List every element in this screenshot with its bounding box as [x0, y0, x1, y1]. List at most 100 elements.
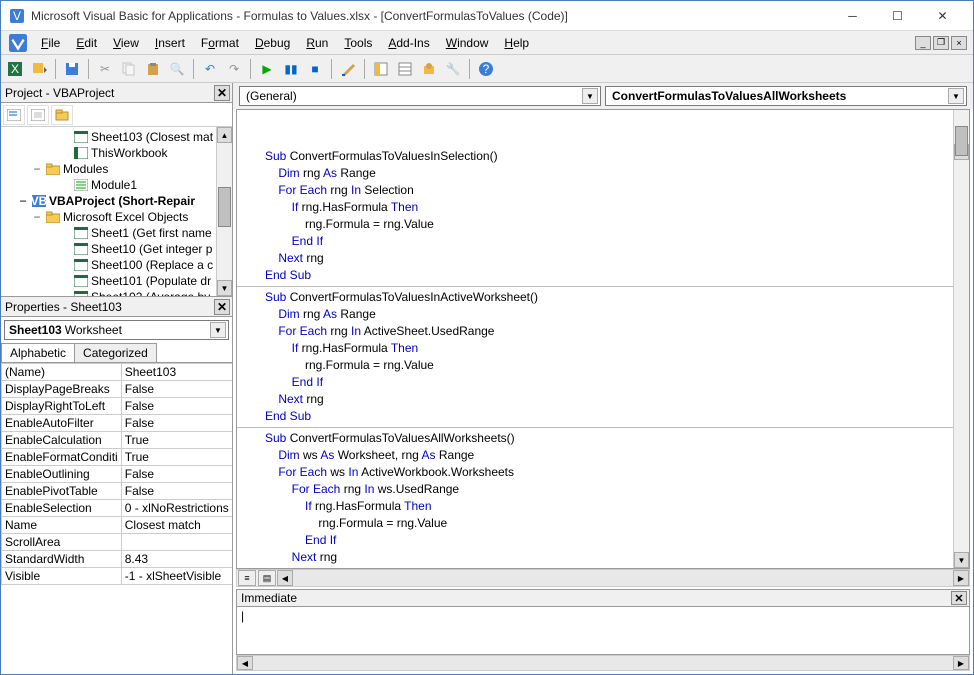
redo-button[interactable]: ↷	[224, 59, 244, 79]
titlebar[interactable]: V Microsoft Visual Basic for Application…	[1, 1, 973, 31]
object-browser-button[interactable]	[419, 59, 439, 79]
code-line[interactable]: End If	[265, 532, 969, 549]
code-line[interactable]: Dim ws As Worksheet, rng As Range	[265, 447, 969, 464]
property-value[interactable]: False	[121, 415, 232, 432]
property-value[interactable]: False	[121, 381, 232, 398]
menu-help[interactable]: Help	[496, 34, 537, 52]
code-line[interactable]: End If	[265, 374, 969, 391]
code-line[interactable]: End If	[265, 233, 969, 250]
property-row[interactable]: EnableSelection0 - xlNoRestrictions	[2, 500, 233, 517]
code-line[interactable]: Dim rng As Range	[265, 306, 969, 323]
design-mode-button[interactable]	[338, 59, 358, 79]
tree-node[interactable]: Sheet100 (Replace a c	[3, 257, 230, 273]
properties-window-button[interactable]	[395, 59, 415, 79]
menu-tools[interactable]: Tools	[336, 34, 380, 52]
properties-panel-close-button[interactable]: ✕	[214, 299, 230, 315]
save-button[interactable]	[62, 59, 82, 79]
tree-node[interactable]: Sheet103 (Closest mat	[3, 129, 230, 145]
menu-window[interactable]: Window	[438, 34, 497, 52]
property-value[interactable]: False	[121, 398, 232, 415]
property-row[interactable]: DisplayPageBreaksFalse	[2, 381, 233, 398]
tree-node[interactable]: ThisWorkbook	[3, 145, 230, 161]
menu-edit[interactable]: Edit	[68, 34, 105, 52]
code-line[interactable]: Sub ConvertFormulasToValuesInSelection()	[265, 148, 969, 165]
property-value[interactable]	[121, 534, 232, 551]
project-tree-scrollbar[interactable]: ▲ ▼	[216, 127, 232, 296]
run-button[interactable]: ▶	[257, 59, 277, 79]
property-row[interactable]: EnableOutliningFalse	[2, 466, 233, 483]
menu-debug[interactable]: Debug	[247, 34, 298, 52]
immediate-panel-close-button[interactable]: ✕	[951, 591, 967, 605]
properties-panel-header[interactable]: Properties - Sheet103 ✕	[1, 297, 232, 317]
menu-file[interactable]: File	[33, 34, 68, 52]
code-line[interactable]: If rng.HasFormula Then	[265, 340, 969, 357]
property-row[interactable]: DisplayRightToLeftFalse	[2, 398, 233, 415]
property-row[interactable]: EnableFormatConditiTrue	[2, 449, 233, 466]
scroll-track-horizontal[interactable]	[253, 656, 953, 670]
menu-view[interactable]: View	[105, 34, 147, 52]
property-row[interactable]: (Name)Sheet103	[2, 364, 233, 381]
paste-button[interactable]	[143, 59, 163, 79]
project-panel-header[interactable]: Project - VBAProject ✕	[1, 83, 232, 103]
code-line[interactable]: For Each rng In Selection	[265, 182, 969, 199]
code-line[interactable]: Next ws	[265, 566, 969, 569]
view-object-button[interactable]	[27, 105, 49, 125]
scroll-down-icon[interactable]: ▼	[954, 552, 969, 568]
scroll-up-icon[interactable]: ▲	[217, 127, 232, 143]
properties-grid[interactable]: (Name)Sheet103DisplayPageBreaksFalseDisp…	[1, 363, 232, 674]
property-value[interactable]: True	[121, 432, 232, 449]
immediate-window[interactable]: |	[236, 607, 970, 655]
tree-node[interactable]: Module1	[3, 177, 230, 193]
property-value[interactable]: -1 - xlSheetVisible	[121, 568, 232, 585]
code-editor[interactable]: Sub ConvertFormulasToValuesInSelection()…	[236, 109, 970, 569]
tree-node[interactable]: Sheet10 (Get integer p	[3, 241, 230, 257]
menu-insert[interactable]: Insert	[147, 34, 193, 52]
find-button[interactable]: 🔍	[167, 59, 187, 79]
property-value[interactable]: False	[121, 483, 232, 500]
full-module-view-button[interactable]: ▤	[258, 570, 276, 586]
tree-node[interactable]: Sheet1 (Get first name	[3, 225, 230, 241]
code-line[interactable]: End Sub	[265, 267, 969, 284]
project-panel-close-button[interactable]: ✕	[214, 85, 230, 101]
property-row[interactable]: EnableAutoFilterFalse	[2, 415, 233, 432]
immediate-panel-header[interactable]: Immediate ✕	[236, 589, 970, 607]
code-line[interactable]: For Each rng In ActiveSheet.UsedRange	[265, 323, 969, 340]
property-value[interactable]: Sheet103	[121, 364, 232, 381]
tree-node[interactable]: −VBVBAProject (Short-Repair	[3, 193, 230, 209]
toolbox-button[interactable]: 🔧	[443, 59, 463, 79]
code-line[interactable]: rng.Formula = rng.Value	[265, 216, 969, 233]
scroll-track-horizontal[interactable]	[293, 570, 953, 586]
tab-categorized[interactable]: Categorized	[74, 343, 157, 362]
property-value[interactable]: 0 - xlNoRestrictions	[121, 500, 232, 517]
code-line[interactable]: rng.Formula = rng.Value	[265, 515, 969, 532]
properties-object-combo[interactable]: Sheet103 Worksheet ▼	[4, 320, 229, 340]
code-line[interactable]: Next rng	[265, 549, 969, 566]
scroll-left-icon[interactable]: ◀	[237, 656, 253, 670]
expand-icon[interactable]: −	[31, 210, 43, 224]
property-row[interactable]: EnableCalculationTrue	[2, 432, 233, 449]
procedure-view-button[interactable]: ≡	[238, 570, 256, 586]
project-explorer-button[interactable]	[371, 59, 391, 79]
view-excel-button[interactable]: X	[5, 59, 25, 79]
object-combo[interactable]: (General) ▼	[239, 86, 601, 106]
view-code-button[interactable]	[3, 105, 25, 125]
scroll-right-icon[interactable]: ▶	[953, 656, 969, 670]
chevron-down-icon[interactable]: ▼	[210, 322, 226, 338]
scroll-thumb[interactable]	[218, 187, 231, 227]
expand-icon[interactable]: −	[31, 162, 43, 176]
close-button[interactable]: ✕	[920, 2, 965, 30]
mdi-close-button[interactable]: ×	[951, 36, 967, 50]
project-tree[interactable]: Sheet103 (Closest matThisWorkbook−Module…	[1, 127, 232, 297]
code-line[interactable]: Dim rng As Range	[265, 165, 969, 182]
code-line[interactable]: End Sub	[265, 408, 969, 425]
code-line[interactable]: rng.Formula = rng.Value	[265, 357, 969, 374]
tree-node[interactable]: Sheet102 (Average by	[3, 289, 230, 297]
copy-button[interactable]	[119, 59, 139, 79]
tree-node[interactable]: −Microsoft Excel Objects	[3, 209, 230, 225]
code-line[interactable]: Next rng	[265, 391, 969, 408]
mdi-restore-button[interactable]: ❐	[933, 36, 949, 50]
scroll-right-icon[interactable]: ▶	[953, 570, 969, 586]
menu-add-ins[interactable]: Add-Ins	[380, 34, 437, 52]
menu-run[interactable]: Run	[298, 34, 336, 52]
expand-icon[interactable]: −	[17, 194, 29, 208]
